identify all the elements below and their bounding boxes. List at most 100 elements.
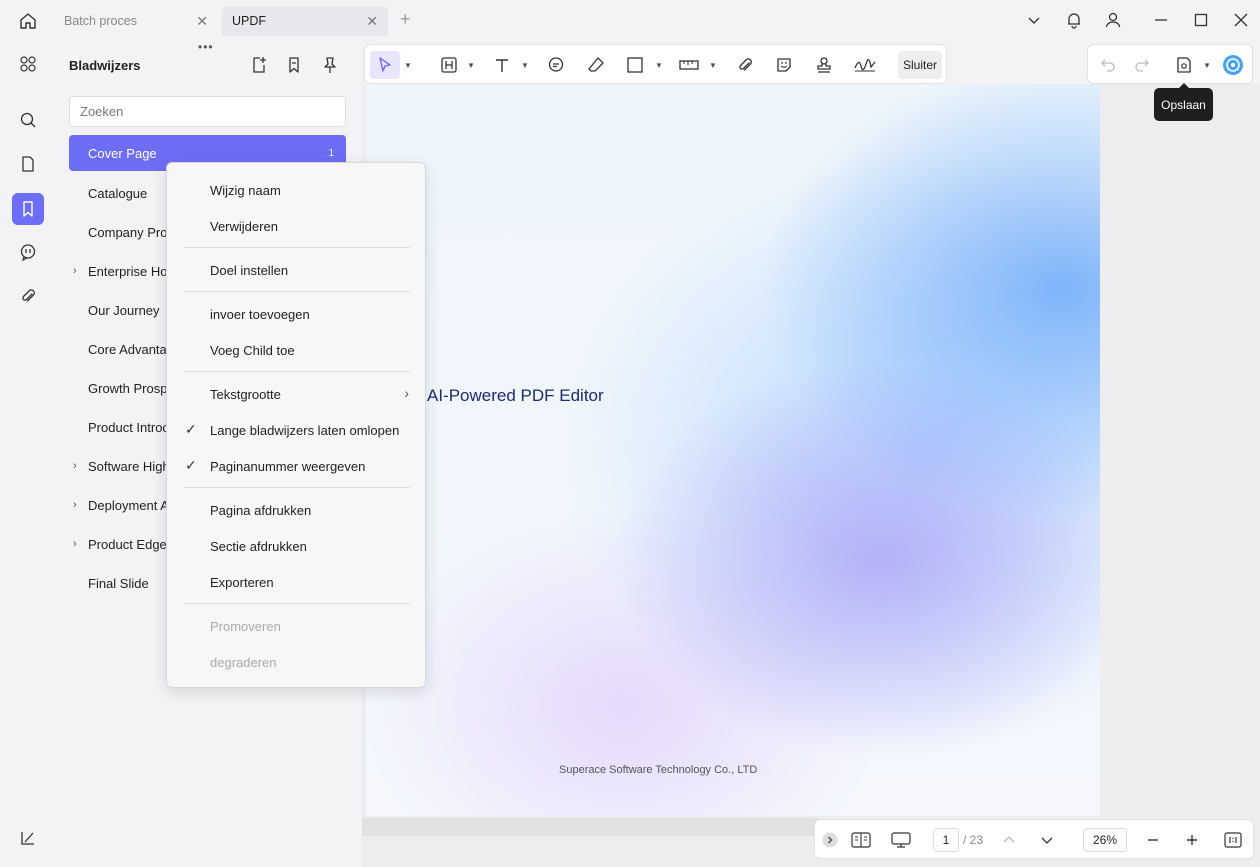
bookmark-label: Enterprise Ho	[88, 264, 168, 279]
user-icon[interactable]	[1100, 8, 1126, 32]
highlight-tool-icon[interactable]	[436, 51, 462, 79]
chevron-down-icon[interactable]: ▼	[709, 61, 717, 70]
tab-updf[interactable]: UPDF ✕	[222, 6, 388, 36]
ai-assistant-icon[interactable]	[1220, 51, 1246, 79]
menu-item-label: Doel instellen	[210, 262, 289, 278]
bookmark-label: Our Journey	[88, 303, 160, 318]
bookmark-label: Deployment A	[88, 498, 169, 513]
bookmark-label: Cover Page	[88, 145, 157, 161]
menu-item-text-size[interactable]: Tekstgrootte ›	[167, 376, 425, 412]
measure-tool-icon[interactable]	[676, 51, 702, 79]
menu-item-print-section[interactable]: Sectie afdrukken	[167, 528, 425, 564]
bookmark-icon[interactable]	[12, 193, 44, 225]
maximize-icon[interactable]	[1188, 8, 1214, 32]
menu-item-add-entry[interactable]: invoer toevoegen	[167, 296, 425, 332]
close-icon[interactable]: ✕	[196, 13, 208, 30]
pin-icon[interactable]	[319, 54, 341, 76]
text-tool-icon[interactable]	[489, 51, 515, 79]
menu-item-add-child[interactable]: Voeg Child toe	[167, 332, 425, 368]
bookmark-outline-icon[interactable]	[283, 54, 305, 76]
bookmark-label: Catalogue	[88, 186, 148, 201]
redo-icon[interactable]	[1130, 51, 1154, 79]
bell-icon[interactable]	[1061, 8, 1087, 32]
presentation-icon[interactable]	[889, 828, 913, 852]
menu-divider	[183, 247, 410, 248]
close-icon[interactable]: ✕	[366, 13, 378, 30]
eraser-icon[interactable]	[583, 51, 609, 79]
window-close-icon[interactable]	[1228, 8, 1254, 32]
chevron-down-icon[interactable]	[1021, 8, 1047, 32]
menu-item-label: Exporteren	[210, 574, 274, 590]
menu-item-demote: degraderen	[167, 644, 425, 680]
chevron-right-icon[interactable]: ›	[73, 538, 77, 550]
title-bar: Batch proces ✕ UPDF ✕ +	[0, 0, 1260, 40]
bookmark-label: Software High	[88, 459, 170, 474]
signature-icon[interactable]	[850, 51, 880, 79]
sticker-icon[interactable]	[771, 51, 797, 79]
save-icon[interactable]	[1172, 51, 1196, 79]
chevron-right-icon[interactable]: ›	[73, 265, 77, 277]
comments-icon[interactable]	[12, 236, 44, 268]
menu-item-label: Pagina afdrukken	[210, 502, 312, 518]
page-number-input[interactable]: 1	[933, 828, 959, 852]
menu-item-set-destination[interactable]: Doel instellen	[167, 252, 425, 288]
zoom-level[interactable]: 26%	[1083, 828, 1127, 852]
thumbnails-icon[interactable]	[12, 48, 44, 80]
pages-icon[interactable]	[12, 148, 44, 180]
search-icon[interactable]	[12, 104, 44, 136]
menu-item-label: Tekstgrootte	[210, 386, 281, 402]
rectangle-tool-icon[interactable]	[622, 51, 648, 79]
expand-icon[interactable]	[821, 828, 839, 852]
chevron-down-icon[interactable]: ▼	[521, 61, 529, 70]
plus-icon[interactable]: +	[400, 9, 411, 30]
menu-item-delete[interactable]: Verwijderen	[167, 208, 425, 244]
page-total: / 23	[963, 833, 984, 847]
horizontal-scrollbar[interactable]	[362, 818, 818, 836]
menu-item-rename[interactable]: Wijzig naam	[167, 172, 425, 208]
search-input[interactable]	[69, 96, 346, 127]
close-toolbar-button[interactable]: Sluiter	[898, 51, 942, 79]
annotation-toolbar: ▼ ▼ ▼ ▼ ▼ Sluiter	[364, 44, 947, 84]
chevron-up-icon[interactable]	[999, 828, 1019, 852]
panel-title: Bladwijzers	[69, 58, 141, 73]
attachment-icon[interactable]	[12, 280, 44, 312]
drag-handle[interactable]: •••	[198, 40, 214, 54]
add-bookmark-icon[interactable]	[248, 54, 270, 76]
reading-mode-icon[interactable]	[849, 828, 873, 852]
tab-batch[interactable]: Batch proces ✕	[54, 6, 218, 36]
menu-divider	[183, 603, 410, 604]
chevron-right-icon[interactable]: ›	[73, 460, 77, 472]
tab-label: Batch proces	[64, 14, 137, 28]
menu-divider	[183, 291, 410, 292]
undo-icon[interactable]	[1096, 51, 1120, 79]
chevron-down-icon[interactable]: ▼	[467, 61, 475, 70]
attachment-icon[interactable]	[732, 51, 758, 79]
menu-item-label: Sectie afdrukken	[210, 538, 307, 554]
chevron-down-icon[interactable]	[1037, 828, 1057, 852]
bookmark-label: Product Edge	[88, 537, 167, 552]
menu-item-wrap-long-bookmarks[interactable]: ✓ Lange bladwijzers laten omlopen	[167, 412, 425, 448]
stamp-icon[interactable]	[811, 51, 837, 79]
actual-size-icon[interactable]	[1221, 828, 1245, 852]
pdf-page[interactable]	[366, 84, 1100, 816]
chevron-right-icon[interactable]: ›	[73, 499, 77, 511]
select-tool-icon[interactable]	[370, 51, 400, 79]
right-toolbar: ▼	[1087, 44, 1253, 84]
bookmark-context-menu: Wijzig naam Verwijderen Doel instellen i…	[166, 162, 426, 688]
minimize-icon[interactable]	[1148, 8, 1174, 32]
bookmark-page-number: 1	[328, 147, 334, 159]
chevron-down-icon[interactable]: ▼	[1203, 61, 1211, 70]
zoom-in-icon[interactable]	[1182, 828, 1202, 852]
comment-tool-icon[interactable]	[543, 51, 569, 79]
menu-item-export[interactable]: Exporteren	[167, 564, 425, 600]
menu-item-print-page[interactable]: Pagina afdrukken	[167, 492, 425, 528]
zoom-out-icon[interactable]	[1143, 828, 1163, 852]
checkmark-icon: ✓	[185, 421, 197, 437]
layers-icon[interactable]	[12, 822, 44, 854]
chevron-down-icon[interactable]: ▼	[655, 61, 663, 70]
menu-item-show-page-number[interactable]: ✓ Paginanummer weergeven	[167, 448, 425, 484]
chevron-right-icon: ›	[404, 385, 409, 401]
chevron-down-icon[interactable]: ▼	[404, 61, 412, 70]
home-icon[interactable]	[14, 8, 42, 34]
left-rail	[0, 40, 56, 867]
